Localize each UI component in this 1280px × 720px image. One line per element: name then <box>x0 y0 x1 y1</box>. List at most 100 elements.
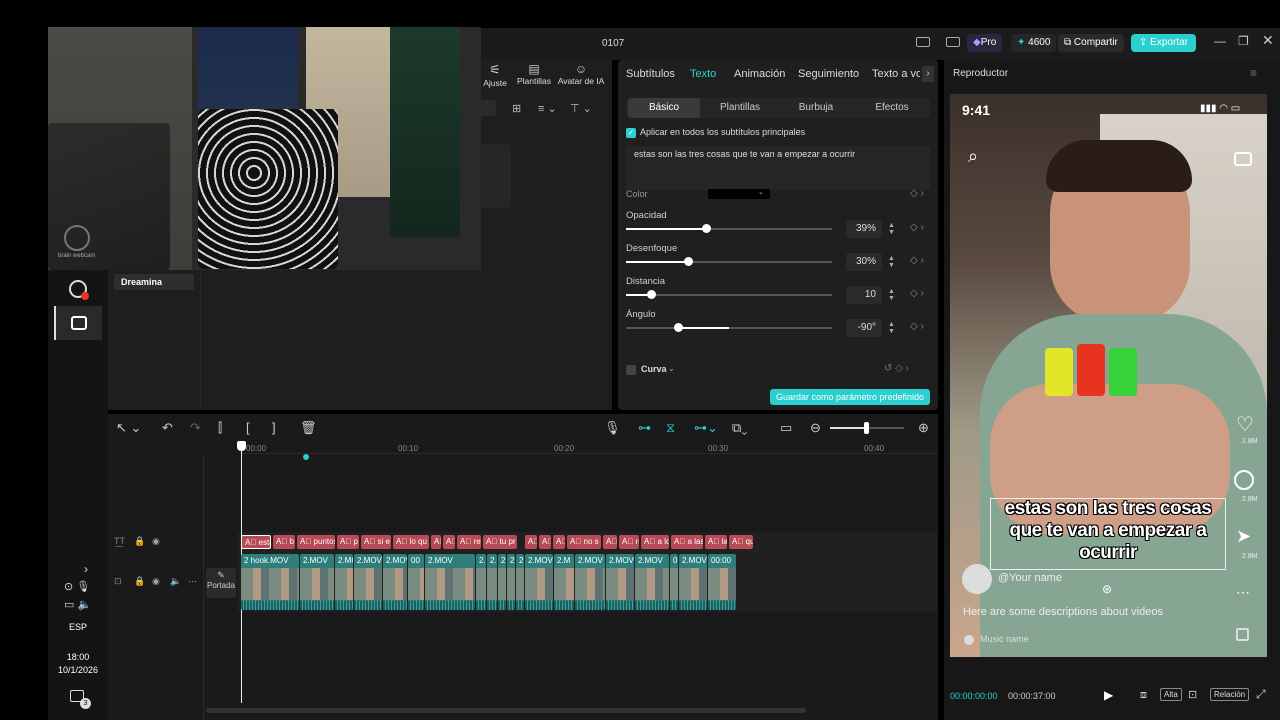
lock-icon[interactable]: 🔒 <box>134 576 145 587</box>
microphone-icon[interactable]: 🎙 <box>604 420 621 436</box>
grid-view-icon[interactable]: ⊞ <box>512 102 521 115</box>
subtab-bubble[interactable]: Burbuja <box>780 98 852 118</box>
text-clip[interactable]: A⃞ A <box>539 535 551 549</box>
caption-text-input[interactable]: estas son las tres cosas que te van a em… <box>626 146 930 190</box>
text-clip[interactable]: A⃞ puntos <box>297 535 335 549</box>
zoom-in-icon[interactable]: ⊕ <box>918 420 929 436</box>
tab-text[interactable]: Texto <box>690 68 716 80</box>
blur-keyframe-icon[interactable]: ◇ › <box>910 255 924 266</box>
heart-icon[interactable]: ♡ <box>1236 412 1254 437</box>
screen-recorder-icon[interactable] <box>54 272 102 306</box>
angle-slider[interactable] <box>626 323 832 332</box>
preview-axis-icon[interactable]: ⧉⌄ <box>732 420 747 436</box>
eye-icon[interactable]: ◉ <box>152 536 160 547</box>
video-clip[interactable]: 2.MOV <box>425 554 475 610</box>
player-menu-icon[interactable]: ≡ <box>1250 66 1257 80</box>
notifications-icon[interactable]: 3 <box>70 690 91 709</box>
play-icon[interactable]: ▶ <box>1104 688 1113 702</box>
text-clip[interactable]: A⃞ A <box>525 535 537 549</box>
angle-value[interactable]: -90° <box>846 319 882 337</box>
curve-dropdown-icon[interactable]: ⌄ <box>668 364 675 373</box>
linkage-icon[interactable]: ⊶⌄ <box>694 420 718 436</box>
opacity-stepper-icon[interactable]: ▲ ▼ <box>888 222 898 236</box>
adjust-tool[interactable]: ⚟ Ajuste <box>480 62 510 88</box>
video-clip[interactable]: 0 <box>670 554 678 610</box>
blur-stepper-icon[interactable]: ▲ ▼ <box>888 255 898 269</box>
text-clip[interactable]: A⃞ tu pr <box>483 535 517 549</box>
comment-icon[interactable] <box>1234 470 1254 490</box>
video-clip[interactable]: 2.MOV <box>383 554 407 610</box>
video-clip[interactable]: 2 <box>498 554 506 610</box>
video-clip[interactable]: 2 <box>516 554 524 610</box>
more-icon[interactable]: ⋯ <box>1236 584 1250 601</box>
text-clip[interactable]: A⃞ A <box>431 535 441 549</box>
video-clip[interactable]: 00:00 <box>708 554 736 610</box>
credits-badge[interactable]: ✦ 4600 <box>1011 34 1057 52</box>
opacity-value[interactable]: 39% <box>846 220 882 238</box>
auto-snap-icon[interactable]: ⧖ <box>666 420 675 436</box>
distance-value[interactable]: 10 <box>846 286 882 304</box>
clock-date[interactable]: 10/1/2026 <box>48 665 108 675</box>
text-clip[interactable]: A⃞ qu <box>729 535 753 549</box>
export-button[interactable]: ⇪ Exportar <box>1131 34 1196 52</box>
aspect-ratio-button[interactable]: Relación <box>1210 688 1250 701</box>
filter-icon[interactable]: ⊤ ⌄ <box>570 102 592 115</box>
text-clip[interactable]: A⃞ a las t <box>671 535 703 549</box>
video-clip[interactable]: 2.MOV <box>300 554 334 610</box>
cover-button[interactable]: ✎ Portada <box>206 568 236 598</box>
distance-keyframe-icon[interactable]: ◇ › <box>910 288 924 299</box>
network-volume-icons[interactable]: ▭ 🔈 <box>64 598 91 611</box>
tab-tracking[interactable]: Seguimiento <box>798 68 859 80</box>
sidebar-item-dreamina[interactable]: Dreamina <box>114 274 194 290</box>
text-clip[interactable]: A⃞ A <box>553 535 565 549</box>
search-icon[interactable]: ⌕ <box>968 146 978 167</box>
video-clip[interactable]: 2 hook.MOV <box>241 554 299 610</box>
text-clip[interactable]: A⃞ re <box>619 535 639 549</box>
video-clip[interactable]: 2.MOV <box>635 554 669 610</box>
shortcuts-icon[interactable] <box>946 37 960 47</box>
share-button[interactable]: ⧉ Compartir <box>1058 34 1124 52</box>
delete-icon[interactable]: 🗑 <box>300 420 317 436</box>
capcut-app-icon[interactable] <box>54 306 102 340</box>
video-clip[interactable]: 00 <box>408 554 424 610</box>
text-clip[interactable]: A⃞ b <box>273 535 295 549</box>
transform-handle-icon[interactable]: ⊛ <box>1102 582 1112 596</box>
select-tool-icon[interactable]: ↖ ⌄ <box>116 420 141 436</box>
pro-badge[interactable]: ◆Pro <box>967 34 1003 52</box>
text-clip[interactable]: A⃞ p <box>337 535 359 549</box>
text-clip[interactable]: A⃞ las <box>705 535 727 549</box>
tab-text-to-speech[interactable]: Texto a vo <box>872 68 920 80</box>
subtab-effects[interactable]: Efectos <box>856 98 928 118</box>
video-clip[interactable]: 2.MOV <box>476 554 486 610</box>
maximize-icon[interactable]: ❐ <box>1238 34 1249 48</box>
angle-stepper-icon[interactable]: ▲ ▼ <box>888 321 898 335</box>
layout-icon[interactable] <box>916 37 930 47</box>
timeline-ruler[interactable] <box>240 442 938 454</box>
distance-slider[interactable] <box>626 290 832 299</box>
blur-slider[interactable] <box>626 257 832 266</box>
split-left-icon[interactable]: [ <box>246 420 250 435</box>
save-preset-button[interactable]: Guardar como parámetro predefinido <box>770 389 930 405</box>
avatar[interactable] <box>962 564 992 594</box>
tab-subtitles[interactable]: Subtítulos <box>626 68 675 80</box>
zoom-icon[interactable]: ⊡ <box>1188 688 1197 701</box>
subtab-basic[interactable]: Básico <box>628 98 700 118</box>
device-icons[interactable]: ⊙ 🎙 <box>64 580 90 593</box>
eye-icon[interactable]: ◉ <box>152 576 160 587</box>
text-clip[interactable]: A⃞ A <box>443 535 455 549</box>
keyframe-icon[interactable]: ◇ › <box>910 188 924 199</box>
curve-checkbox[interactable] <box>626 365 636 375</box>
more-icon[interactable]: ⋯ <box>188 576 197 587</box>
share-icon[interactable]: ➤ <box>1236 526 1251 547</box>
text-clip[interactable]: A⃞ a los t <box>641 535 669 549</box>
video-clip[interactable]: 2.M <box>487 554 497 610</box>
video-clip[interactable]: 2.MOV <box>575 554 605 610</box>
video-clip[interactable]: 2.MOV <box>354 554 382 610</box>
color-dropdown-icon[interactable]: ⌄ <box>758 188 764 196</box>
ai-avatar-tool[interactable]: ☺ Avatar de IA <box>556 62 606 86</box>
tabs-scroll-right-icon[interactable]: › <box>922 66 934 82</box>
reset-icon[interactable]: ↺ ◇ › <box>884 363 909 374</box>
split-right-icon[interactable]: ] <box>272 420 276 435</box>
text-clip[interactable]: A⃞ esta <box>241 535 271 549</box>
templates-tool[interactable]: ▤ Plantillas <box>512 62 556 86</box>
